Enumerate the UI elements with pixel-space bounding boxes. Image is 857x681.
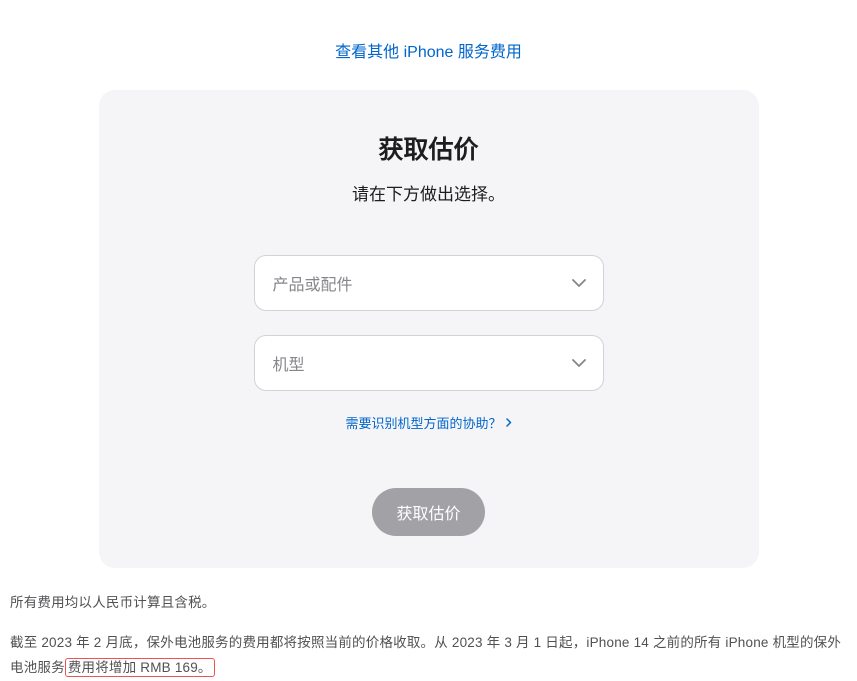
chevron-right-icon (506, 415, 512, 430)
product-select-wrapper: 产品或配件 (254, 255, 604, 311)
model-select[interactable]: 机型 (254, 335, 604, 391)
card-subtitle: 请在下方做出选择。 (139, 180, 719, 205)
model-select-wrapper: 机型 (254, 335, 604, 391)
help-identify-link[interactable]: 需要识别机型方面的协助？ (345, 413, 511, 432)
estimate-card: 获取估价 请在下方做出选择。 产品或配件 机型 需要识别机型方面的协助？ 获取估… (99, 90, 759, 568)
product-select[interactable]: 产品或配件 (254, 255, 604, 311)
footnote-price-change: 截至 2023 年 2 月底，保外电池服务的费用都将按照当前的价格收取。从 20… (10, 630, 847, 681)
other-services-link[interactable]: 查看其他 iPhone 服务费用 (335, 44, 522, 61)
card-title: 获取估价 (139, 130, 719, 166)
price-increase-highlight: 费用将增加 RMB 169。 (65, 658, 215, 677)
help-link-label: 需要识别机型方面的协助？ (345, 413, 501, 432)
get-estimate-button[interactable]: 获取估价 (372, 488, 484, 536)
footnote-currency: 所有费用均以人民币计算且含税。 (10, 590, 847, 616)
top-link-container: 查看其他 iPhone 服务费用 (0, 0, 857, 90)
